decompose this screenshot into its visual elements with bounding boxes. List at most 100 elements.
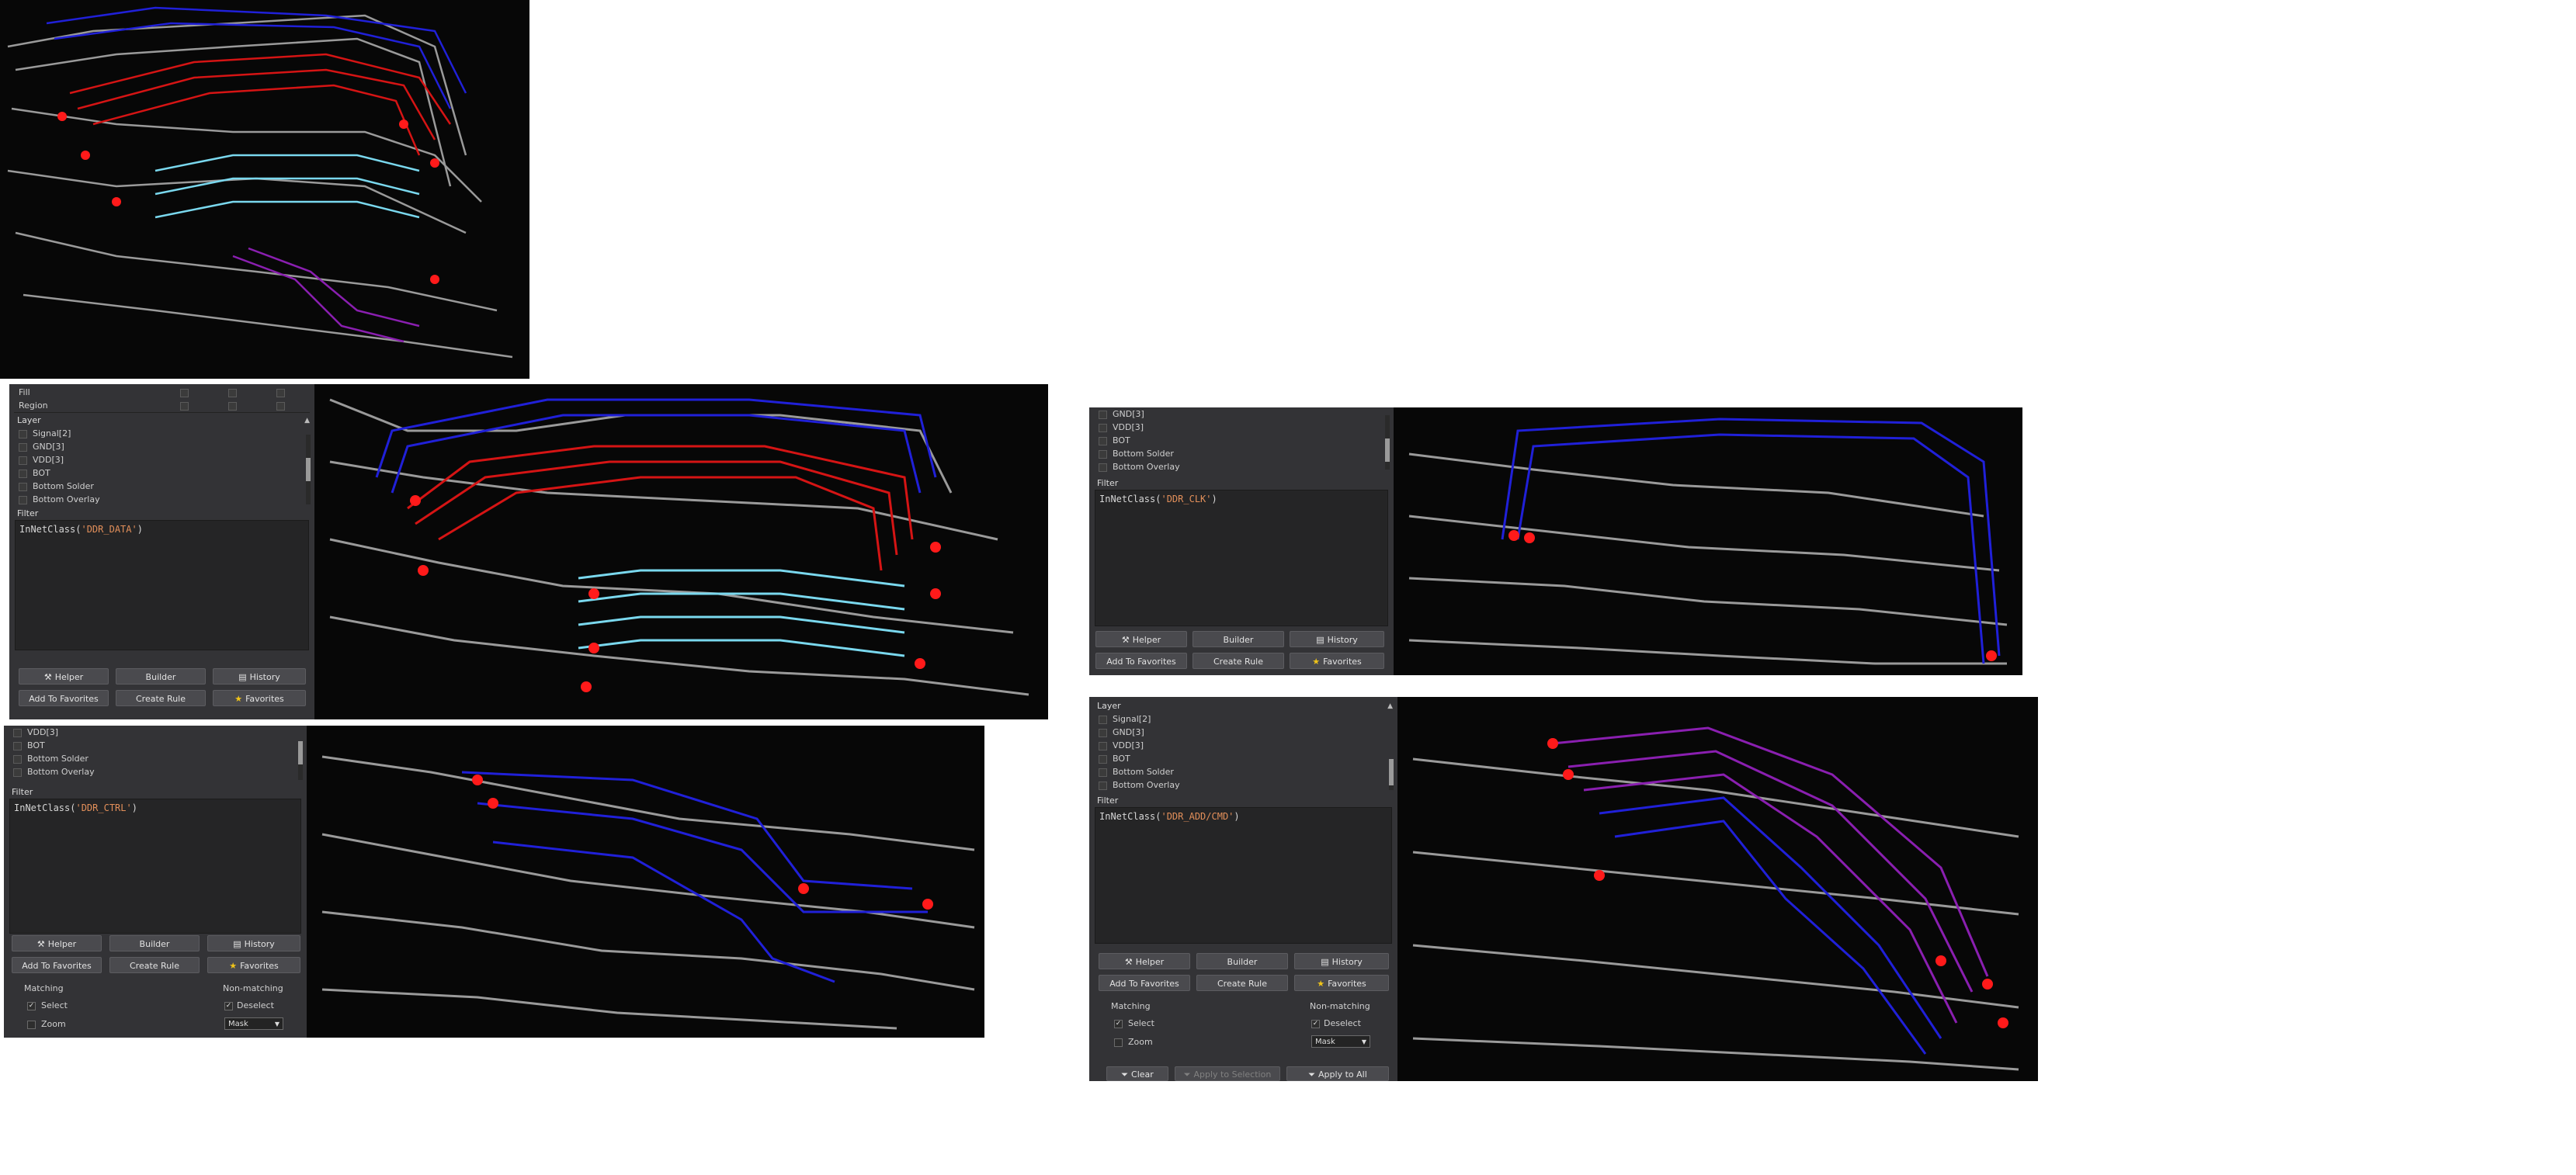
- helper-button[interactable]: ⚒ Helper: [1099, 953, 1190, 969]
- layer-checkbox[interactable]: [1099, 742, 1107, 750]
- layer-checkbox[interactable]: [13, 768, 22, 777]
- layer-item[interactable]: Bottom Solder: [9, 480, 314, 493]
- layer-item[interactable]: VDD[3]: [9, 453, 314, 466]
- filter-expression-input[interactable]: InNetClass('DDR_ADD/CMD'): [1095, 807, 1392, 944]
- layer-checkbox[interactable]: [1099, 424, 1107, 432]
- layer-checkbox[interactable]: [1099, 729, 1107, 737]
- add-to-favorites-button[interactable]: Add To Favorites: [12, 957, 102, 973]
- layer-item[interactable]: Bottom Solder: [1089, 765, 1397, 778]
- layer-item[interactable]: Bottom Overlay: [1089, 778, 1397, 792]
- mask-dropdown[interactable]: Mask ▼: [224, 1017, 283, 1030]
- favorites-button[interactable]: ★ Favorites: [207, 957, 300, 973]
- layer-checkbox[interactable]: [1099, 782, 1107, 790]
- apply-to-all-button[interactable]: ⏷ Apply to All: [1286, 1066, 1389, 1081]
- builder-button[interactable]: Builder: [116, 668, 206, 685]
- layer-section-header[interactable]: Layer ▲: [1089, 700, 1397, 712]
- favorites-button[interactable]: ★ Favorites: [213, 690, 306, 706]
- layer-checkbox[interactable]: [1099, 716, 1107, 724]
- layer-scrollbar[interactable]: [306, 435, 311, 504]
- select-checkbox[interactable]: ✓: [27, 1002, 36, 1010]
- layer-checkbox[interactable]: [1099, 463, 1107, 472]
- layer-item[interactable]: GND[3]: [9, 440, 314, 453]
- layer-item[interactable]: VDD[3]: [4, 726, 307, 739]
- layer-item[interactable]: GND[3]: [1089, 407, 1394, 421]
- fill-checkbox-1[interactable]: [180, 389, 189, 397]
- layer-scrollbar[interactable]: [1385, 415, 1390, 470]
- layer-item[interactable]: Bottom Overlay: [4, 765, 307, 778]
- layer-item[interactable]: Signal[2]: [9, 427, 314, 440]
- create-rule-button[interactable]: Create Rule: [109, 957, 200, 973]
- fill-checkbox-2[interactable]: [228, 389, 237, 397]
- region-checkbox-1[interactable]: [180, 402, 189, 411]
- pcb-view-ddr-data[interactable]: [314, 384, 1048, 719]
- apply-to-selection-button[interactable]: ⏷ Apply to Selection: [1175, 1066, 1280, 1081]
- fill-checkbox-3[interactable]: [276, 389, 285, 397]
- history-button[interactable]: ▤ History: [1290, 631, 1384, 647]
- builder-button[interactable]: Builder: [109, 935, 200, 951]
- builder-button[interactable]: Builder: [1193, 631, 1284, 647]
- layer-item[interactable]: Bottom Overlay: [1089, 460, 1394, 473]
- pcb-view-ddr-clk[interactable]: [1394, 407, 2022, 675]
- layer-item[interactable]: VDD[3]: [1089, 739, 1397, 752]
- history-button[interactable]: ▤ History: [213, 668, 306, 685]
- history-button[interactable]: ▤ History: [207, 935, 300, 951]
- region-checkbox-3[interactable]: [276, 402, 285, 411]
- layer-checkbox[interactable]: [19, 430, 27, 438]
- clear-button[interactable]: ⏷ Clear: [1106, 1066, 1168, 1081]
- layer-checkbox[interactable]: [1099, 450, 1107, 459]
- layer-item[interactable]: Signal[2]: [1089, 712, 1397, 726]
- favorites-button[interactable]: ★ Favorites: [1290, 653, 1384, 669]
- pcb-view-overview[interactable]: [0, 0, 529, 379]
- layer-checkbox[interactable]: [1099, 768, 1107, 777]
- chevron-up-icon[interactable]: ▲: [1387, 700, 1393, 712]
- filter-expression-input[interactable]: InNetClass('DDR_DATA'): [15, 520, 309, 650]
- layer-scrollbar[interactable]: [1389, 759, 1394, 790]
- layer-checkbox[interactable]: [1099, 437, 1107, 445]
- add-to-favorites-button[interactable]: Add To Favorites: [19, 690, 109, 706]
- mask-dropdown[interactable]: Mask ▼: [1311, 1035, 1370, 1048]
- region-checkbox-2[interactable]: [228, 402, 237, 411]
- pcb-view-ddr-add-cmd[interactable]: [1397, 697, 2038, 1081]
- layer-section-header[interactable]: Layer ▲: [9, 414, 314, 427]
- layer-checkbox[interactable]: [19, 470, 27, 478]
- create-rule-button[interactable]: Create Rule: [1196, 975, 1288, 991]
- layer-item[interactable]: BOT: [4, 739, 307, 752]
- layer-checkbox[interactable]: [13, 742, 22, 750]
- chevron-up-icon[interactable]: ▲: [304, 414, 310, 427]
- layer-checkbox[interactable]: [1099, 411, 1107, 419]
- builder-button[interactable]: Builder: [1196, 953, 1288, 969]
- layer-checkbox[interactable]: [13, 755, 22, 764]
- deselect-checkbox[interactable]: ✓: [1311, 1020, 1320, 1028]
- create-rule-button[interactable]: Create Rule: [1193, 653, 1284, 669]
- filter-expression-input[interactable]: InNetClass('DDR_CLK'): [1095, 490, 1388, 626]
- layer-item[interactable]: Bottom Solder: [4, 752, 307, 765]
- layer-item[interactable]: Bottom Solder: [1089, 447, 1394, 460]
- create-rule-button[interactable]: Create Rule: [116, 690, 206, 706]
- layer-item[interactable]: Bottom Overlay: [9, 493, 314, 506]
- pcb-view-ddr-ctrl[interactable]: [307, 726, 984, 1038]
- layer-checkbox[interactable]: [19, 443, 27, 452]
- layer-checkbox[interactable]: [19, 483, 27, 491]
- layer-item[interactable]: BOT: [1089, 752, 1397, 765]
- deselect-checkbox[interactable]: ✓: [224, 1002, 233, 1010]
- layer-scrollbar[interactable]: [298, 741, 303, 780]
- zoom-checkbox[interactable]: [27, 1021, 36, 1029]
- helper-button[interactable]: ⚒ Helper: [19, 668, 109, 685]
- layer-item[interactable]: BOT: [9, 466, 314, 480]
- add-to-favorites-button[interactable]: Add To Favorites: [1095, 653, 1187, 669]
- layer-item[interactable]: VDD[3]: [1089, 421, 1394, 434]
- layer-checkbox[interactable]: [1099, 755, 1107, 764]
- favorites-button[interactable]: ★ Favorites: [1294, 975, 1389, 991]
- helper-button[interactable]: ⚒ Helper: [12, 935, 102, 951]
- layer-checkbox[interactable]: [13, 729, 22, 737]
- select-checkbox[interactable]: ✓: [1114, 1020, 1123, 1028]
- layer-item[interactable]: GND[3]: [1089, 726, 1397, 739]
- history-button[interactable]: ▤ History: [1294, 953, 1389, 969]
- filter-expression-input[interactable]: InNetClass('DDR_CTRL'): [9, 799, 301, 934]
- zoom-checkbox[interactable]: [1114, 1038, 1123, 1047]
- layer-checkbox[interactable]: [19, 496, 27, 504]
- layer-item[interactable]: BOT: [1089, 434, 1394, 447]
- helper-button[interactable]: ⚒ Helper: [1095, 631, 1187, 647]
- layer-checkbox[interactable]: [19, 456, 27, 465]
- add-to-favorites-button[interactable]: Add To Favorites: [1099, 975, 1190, 991]
